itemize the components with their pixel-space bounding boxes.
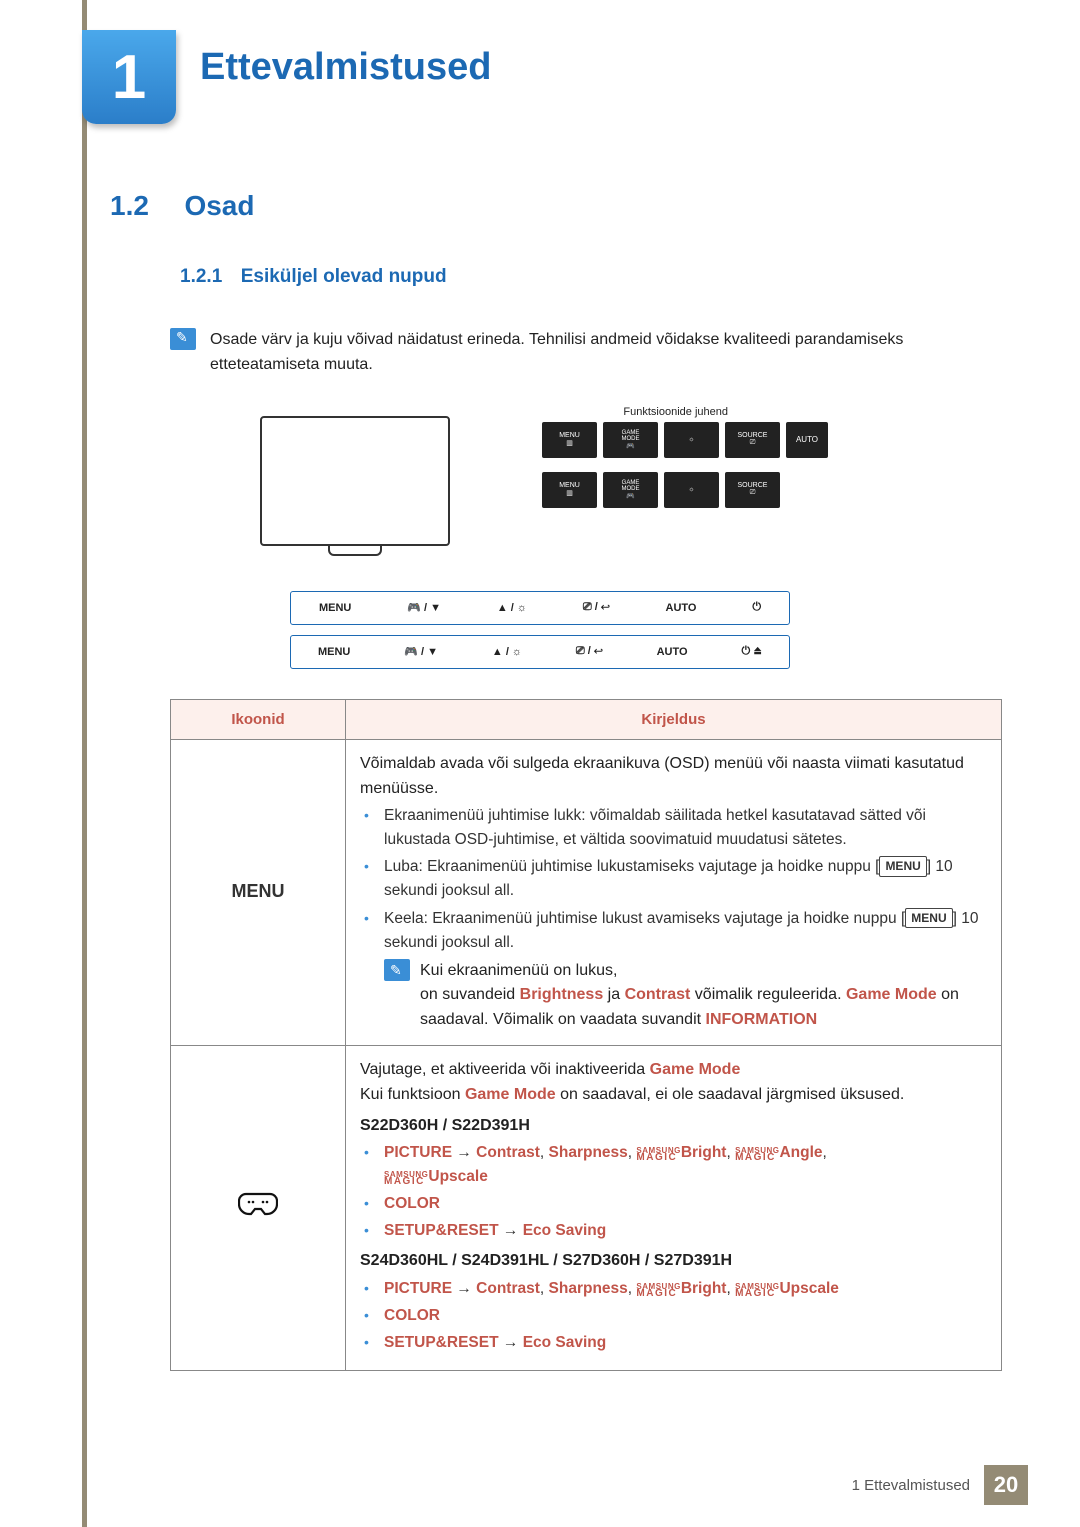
r1-b3: Keela: Ekraanimenüü juhtimise lukust ava… <box>384 907 987 955</box>
note-icon-inline <box>384 959 410 981</box>
br1-game: 🎮 / ▼ <box>407 601 441 614</box>
br2-src: ⎚ / ↩ <box>576 645 603 658</box>
chapter-title: Ettevalmistused <box>200 46 491 89</box>
magic-brand: SAMSUNGMAGIC <box>735 1284 779 1298</box>
osd-game: GAMEMODE🎮 <box>603 422 658 458</box>
osd-menu-2: MENU▥ <box>542 472 597 508</box>
br2-menu: MENU <box>318 646 350 658</box>
menu-icon-cell: MENU <box>171 739 346 1045</box>
osd-bright: ☼ <box>664 422 719 458</box>
section-heading: 1.2 Osad <box>110 190 990 222</box>
gamepad-desc-cell: Vajutage, et aktiveerida või inaktiveeri… <box>346 1045 1002 1370</box>
gamepad-icon <box>238 1189 278 1219</box>
br1-pwr: ⏻ <box>752 601 761 614</box>
br2-up: ▲ / ☼ <box>492 646 522 658</box>
osd-bright-2: ☼ <box>664 472 719 508</box>
br1-menu: MENU <box>319 602 351 614</box>
models1: S22D360H / S22D391H <box>360 1114 987 1139</box>
br2-auto: AUTO <box>657 646 688 658</box>
section-title: Osad <box>184 190 254 221</box>
osd-menu: MENU▥ <box>542 422 597 458</box>
section-number: 1.2 <box>110 190 180 222</box>
th-icons: Ikoonid <box>171 699 346 739</box>
r2-b5: COLOR <box>384 1304 987 1328</box>
osd-auto: AUTO <box>786 422 828 458</box>
osd-source: SOURCE⎚ <box>725 422 780 458</box>
magic-brand: SAMSUNGMAGIC <box>636 1148 680 1162</box>
r2-b1: PICTURE → Contrast, Sharpness, SAMSUNGMA… <box>384 1141 987 1189</box>
button-row-1: MENU 🎮 / ▼ ▲ / ☼ ⎚ / ↩ AUTO ⏻ <box>290 591 790 625</box>
br1-auto: AUTO <box>666 602 697 614</box>
gamepad-icon-cell <box>171 1045 346 1370</box>
button-row-2: MENU 🎮 / ▼ ▲ / ☼ ⎚ / ↩ AUTO ⏻ ⏏ <box>290 635 790 669</box>
th-desc: Kirjeldus <box>346 699 1002 739</box>
icons-table: Ikoonid Kirjeldus MENU Võimaldab avada v… <box>170 699 1002 1372</box>
models2: S24D360HL / S24D391HL / S27D360H / S27D3… <box>360 1249 987 1274</box>
osd-row-1: MENU▥ GAMEMODE🎮 ☼ SOURCE⎚ AUTO <box>478 422 828 458</box>
r1-b1: Ekraanimenüü juhtimise lukk: võimaldab s… <box>384 804 987 852</box>
intro-note-text: Osade värv ja kuju võivad näidatust erin… <box>210 328 990 378</box>
table-row: MENU Võimaldab avada või sulgeda ekraani… <box>171 739 1002 1045</box>
magic-brand: SAMSUNGMAGIC <box>735 1148 779 1162</box>
magic-brand: SAMSUNGMAGIC <box>636 1284 680 1298</box>
page-footer: 1 Ettevalmistused 20 <box>852 1465 1028 1505</box>
r2-b4: PICTURE → Contrast, Sharpness, SAMSUNGMA… <box>384 1277 987 1301</box>
r2-b6: SETUP&RESET → Eco Saving <box>384 1331 987 1355</box>
br1-src: ⎚ / ↩ <box>583 601 610 614</box>
buttons-diagram: Funktsioonide juhend MENU▥ GAMEMODE🎮 ☼ S… <box>260 406 840 669</box>
table-row: Vajutage, et aktiveerida või inaktiveeri… <box>171 1045 1002 1370</box>
r1-p1: Võimaldab avada või sulgeda ekraanikuva … <box>360 752 987 802</box>
footer-chapter-ref: 1 Ettevalmistused <box>852 1477 970 1494</box>
menu-inline-label: MENU <box>879 856 926 877</box>
osd-row-2: MENU▥ GAMEMODE🎮 ☼ SOURCE⎚ <box>478 472 828 508</box>
r1-note: Kui ekraanimenüü on lukus, on suvandeid … <box>384 959 987 1033</box>
chapter-badge: 1 <box>82 30 176 124</box>
osd-game-2: GAMEMODE🎮 <box>603 472 658 508</box>
note-icon <box>170 328 196 350</box>
intro-note: Osade värv ja kuju võivad näidatust erin… <box>170 328 990 378</box>
osd-source-2: SOURCE⎚ <box>725 472 780 508</box>
subsection-number: 1.2.1 <box>180 266 222 288</box>
monitor-graphic <box>260 416 450 546</box>
function-guide-label: Funktsioonide juhend <box>478 406 828 418</box>
chapter-number: 1 <box>112 42 146 113</box>
r2-b2: COLOR <box>384 1192 987 1216</box>
br2-game: 🎮 / ▼ <box>404 645 438 658</box>
r1-b2: Luba: Ekraanimenüü juhtimise lukustamise… <box>384 855 987 903</box>
sidebar-stripe <box>82 0 87 1527</box>
subsection-title: Esiküljel olevad nupud <box>241 266 447 287</box>
magic-brand: SAMSUNGMAGIC <box>384 1172 428 1186</box>
r2-b3: SETUP&RESET → Eco Saving <box>384 1219 987 1243</box>
subsection-heading: 1.2.1 Esiküljel olevad nupud <box>180 266 990 288</box>
br2-pwr: ⏻ ⏏ <box>741 645 762 658</box>
br1-up: ▲ / ☼ <box>497 602 527 614</box>
page-number: 20 <box>984 1465 1028 1505</box>
menu-inline-label-2: MENU <box>905 908 952 929</box>
menu-desc-cell: Võimaldab avada või sulgeda ekraanikuva … <box>346 739 1002 1045</box>
